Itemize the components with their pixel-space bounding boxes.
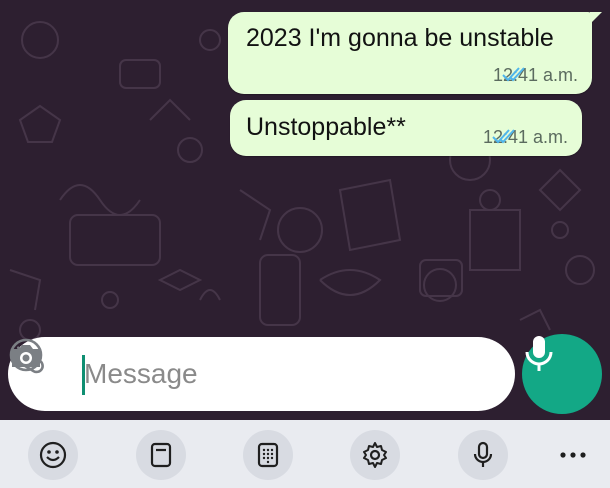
microphone-icon xyxy=(473,441,493,467)
keyboard-keypad-button[interactable] xyxy=(243,430,293,480)
keyboard-clipboard-button[interactable] xyxy=(136,430,186,480)
keypad-icon xyxy=(257,442,279,468)
camera-icon[interactable] xyxy=(8,337,44,373)
more-dots-icon xyxy=(560,452,586,458)
keyboard-settings-button[interactable] xyxy=(350,430,400,480)
bubble-tail xyxy=(590,12,602,24)
voice-record-button[interactable] xyxy=(522,334,602,414)
outgoing-message-bubble[interactable]: 2023 I'm gonna be unstable 12:41 a.m. xyxy=(228,12,602,94)
keyboard-voice-button[interactable] xyxy=(458,430,508,480)
outgoing-message-bubble[interactable]: Unstoppable** 12:41 a.m. xyxy=(230,100,582,156)
double-check-read-icon xyxy=(492,129,515,144)
message-meta: 12:41 a.m. xyxy=(483,127,568,148)
message-input[interactable] xyxy=(84,353,364,395)
message-meta: 12:41 a.m. xyxy=(493,65,578,86)
emoji-icon xyxy=(39,441,67,469)
chat-background: 2023 I'm gonna be unstable 12:41 a.m. Un… xyxy=(0,0,610,420)
message-text: 2023 I'm gonna be unstable xyxy=(246,24,554,52)
keyboard-more-button[interactable] xyxy=(548,440,598,470)
message-composer xyxy=(8,337,515,411)
mic-icon xyxy=(525,336,553,371)
double-check-read-icon xyxy=(502,67,525,82)
keyboard-emoji-button[interactable] xyxy=(28,430,78,480)
clipboard-icon xyxy=(150,442,172,468)
keyboard-toolbar xyxy=(0,420,610,488)
message-text: Unstoppable** xyxy=(246,113,406,141)
settings-gear-icon xyxy=(363,442,387,468)
